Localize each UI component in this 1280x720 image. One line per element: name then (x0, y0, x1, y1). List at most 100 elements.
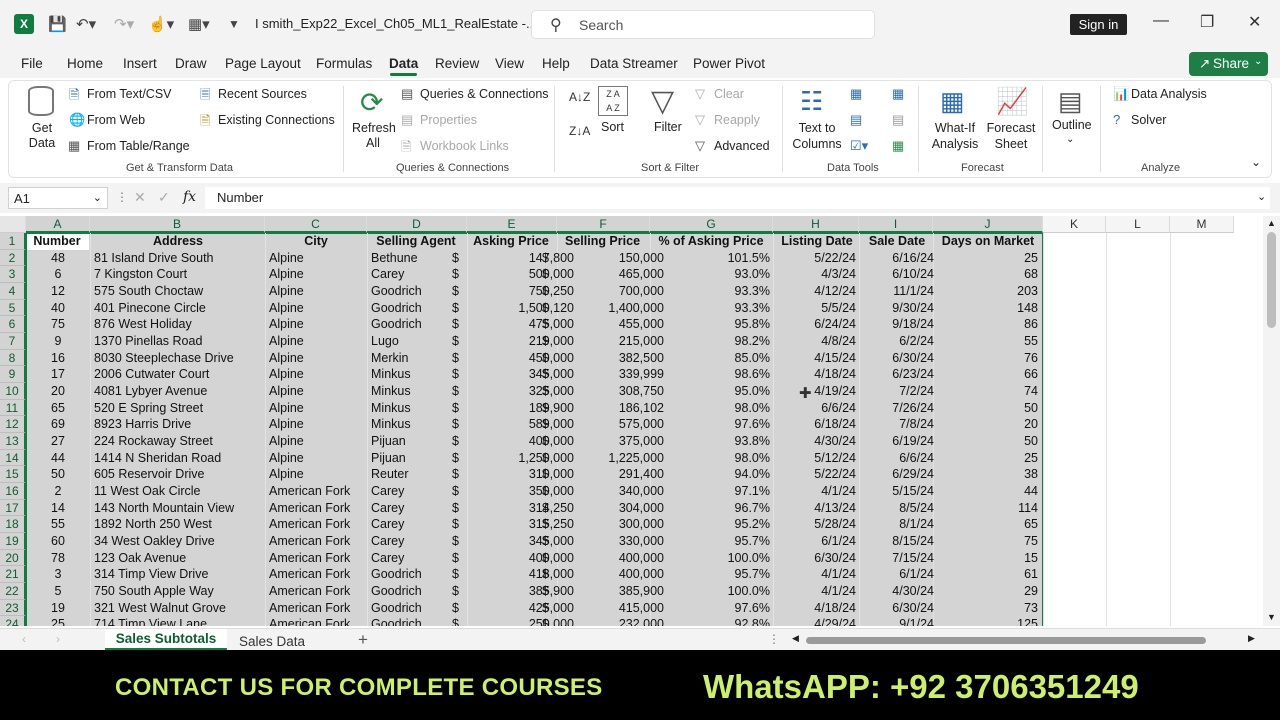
minimize-icon[interactable]: — (1153, 12, 1169, 30)
cell[interactable]: 4081 Lybyer Avenue (94, 384, 262, 398)
row-header[interactable]: 23 (0, 599, 26, 617)
cell[interactable]: 714 Timp View Lane (94, 617, 262, 626)
cell[interactable]: 6/2/24 (862, 334, 934, 348)
cell[interactable]: 101.5% (652, 251, 770, 265)
cell[interactable]: 425,000 (474, 601, 574, 615)
cell[interactable]: 1,400,000 (565, 301, 664, 315)
tab-file[interactable]: File (21, 56, 43, 71)
cell[interactable]: 1370 Pinellas Road (94, 334, 262, 348)
cell[interactable]: 6/6/24 (776, 401, 856, 415)
properties-button[interactable]: Properties (420, 113, 477, 127)
cell[interactable]: 93.8% (652, 434, 770, 448)
search-box[interactable]: ⚲ Search (531, 10, 875, 39)
cell[interactable]: 385,900 (565, 584, 664, 598)
row-header[interactable]: 11 (0, 399, 26, 417)
cell[interactable]: Minkus (371, 401, 465, 415)
column-title[interactable]: Selling Price (556, 234, 649, 248)
cell[interactable]: 98.6% (652, 367, 770, 381)
column-header-d[interactable]: D (367, 216, 467, 233)
sign-in-button[interactable]: Sign in (1070, 14, 1127, 35)
cell[interactable]: 150,000 (565, 251, 664, 265)
cell[interactable]: 6/6/24 (862, 451, 934, 465)
cell[interactable]: Lugo (371, 334, 465, 348)
cell[interactable]: 308,750 (565, 384, 664, 398)
cell[interactable]: 7/26/24 (862, 401, 934, 415)
cell[interactable]: 340,000 (565, 484, 664, 498)
cell[interactable]: 25 (936, 251, 1038, 265)
cell[interactable]: American Fork (269, 567, 365, 581)
cell[interactable]: American Fork (269, 484, 365, 498)
get-data-button[interactable]: Get Data (27, 121, 57, 151)
sheet-tab-sales-data[interactable]: Sales Data (239, 634, 305, 649)
cell[interactable]: Alpine (269, 467, 365, 481)
cell[interactable]: 4/15/24 (776, 351, 856, 365)
cell[interactable]: 143 North Mountain View (94, 501, 262, 515)
cell[interactable]: 1,225,000 (565, 451, 664, 465)
cell[interactable]: 232,000 (565, 617, 664, 626)
scroll-up-icon[interactable]: ▲ (1267, 218, 1276, 228)
cell[interactable]: Alpine (269, 367, 365, 381)
cell[interactable]: 69 (28, 417, 88, 431)
cell[interactable]: 6/1/24 (776, 534, 856, 548)
cell[interactable]: 300,000 (565, 517, 664, 531)
cell[interactable]: Bethune (371, 251, 465, 265)
cell[interactable]: Alpine (269, 434, 365, 448)
cell[interactable]: Goodrich (371, 284, 465, 298)
cell[interactable]: 4/18/24 (776, 601, 856, 615)
cell[interactable]: 8923 Harris Drive (94, 417, 262, 431)
cell[interactable]: American Fork (269, 501, 365, 515)
data-analysis-button[interactable]: Data Analysis (1131, 87, 1207, 101)
cell[interactable]: 44 (28, 451, 88, 465)
row-header[interactable]: 13 (0, 432, 26, 450)
cell[interactable]: 4/29/24 (776, 617, 856, 626)
column-title[interactable]: Sale Date (860, 234, 934, 248)
advanced-button[interactable]: Advanced (714, 139, 770, 153)
add-sheet-icon[interactable]: + (358, 630, 368, 650)
cell[interactable]: 8/1/24 (862, 517, 934, 531)
outline-button[interactable]: Outline (1052, 118, 1092, 132)
cell[interactable]: 75 (28, 317, 88, 331)
cell[interactable]: 6/30/24 (776, 551, 856, 565)
cell[interactable]: American Fork (269, 551, 365, 565)
cell[interactable]: American Fork (269, 617, 365, 626)
cell[interactable]: 400,000 (565, 551, 664, 565)
cell[interactable]: 16 (28, 351, 88, 365)
column-header-f[interactable]: F (557, 216, 650, 233)
cell[interactable]: 475,000 (474, 317, 574, 331)
cell[interactable]: 7/2/24 (862, 384, 934, 398)
cell[interactable]: 12 (28, 284, 88, 298)
column-header-l[interactable]: L (1106, 216, 1170, 233)
column-header-b[interactable]: B (90, 216, 265, 233)
customize-toolbar-icon[interactable]: ▼ (228, 13, 240, 35)
column-title[interactable]: Number (26, 234, 88, 248)
cell[interactable]: Minkus (371, 367, 465, 381)
column-header-m[interactable]: M (1170, 216, 1234, 233)
cell[interactable]: 98.2% (652, 334, 770, 348)
cell[interactable]: 75 (936, 534, 1038, 548)
cell[interactable]: 1,500,120 (474, 301, 574, 315)
cell[interactable]: 400,000 (565, 567, 664, 581)
column-title[interactable]: Listing Date (774, 234, 860, 248)
cell[interactable]: Alpine (269, 267, 365, 281)
column-title[interactable]: Days on Market (934, 234, 1042, 248)
column-header-h[interactable]: H (773, 216, 859, 233)
cell[interactable]: 6/16/24 (862, 251, 934, 265)
cell[interactable]: 81 Island Drive South (94, 251, 262, 265)
row-header[interactable]: 16 (0, 482, 26, 500)
cell[interactable]: American Fork (269, 534, 365, 548)
cell[interactable]: 94.0% (652, 467, 770, 481)
reapply-button[interactable]: Reapply (714, 113, 760, 127)
cell[interactable]: 224 Rockaway Street (94, 434, 262, 448)
cell[interactable]: 339,999 (565, 367, 664, 381)
cell[interactable]: 5/15/24 (862, 484, 934, 498)
cell[interactable]: 6/30/24 (862, 601, 934, 615)
column-title[interactable]: % of Asking Price (650, 234, 772, 248)
cell[interactable]: 7/8/24 (862, 417, 934, 431)
clear-button[interactable]: Clear (714, 87, 744, 101)
cell[interactable]: 189,900 (474, 401, 574, 415)
cell[interactable]: Goodrich (371, 601, 465, 615)
cell[interactable]: 350,000 (474, 484, 574, 498)
row-header[interactable]: 17 (0, 499, 26, 517)
forecast-sheet-button[interactable]: Forecast Sheet (986, 120, 1036, 152)
cell[interactable]: 382,500 (565, 351, 664, 365)
